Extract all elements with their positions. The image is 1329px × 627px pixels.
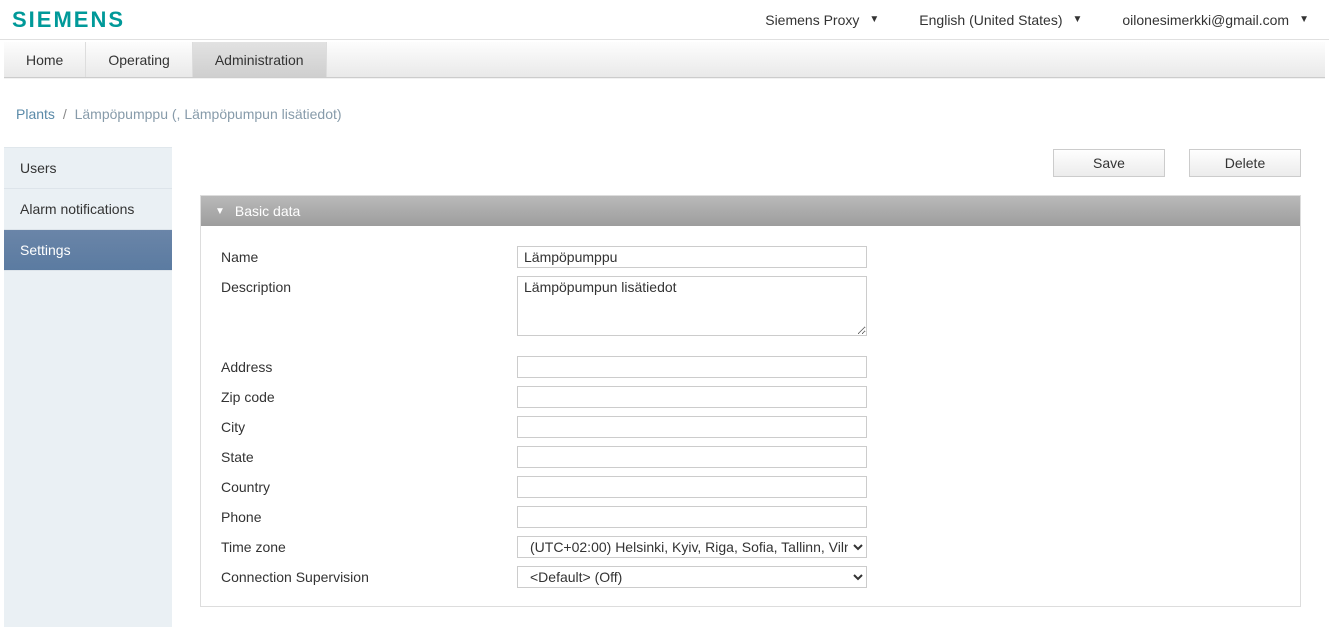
top-right-menu: Siemens Proxy ▼ English (United States) …: [765, 12, 1309, 28]
connection-label: Connection Supervision: [221, 566, 517, 585]
row-city: City: [221, 416, 1280, 438]
nav-home[interactable]: Home: [4, 42, 86, 77]
timezone-label: Time zone: [221, 536, 517, 555]
proxy-dropdown[interactable]: Siemens Proxy ▼: [765, 12, 879, 28]
name-label: Name: [221, 246, 517, 265]
caret-down-icon: ▼: [869, 14, 879, 25]
sidebar-item-settings[interactable]: Settings: [4, 230, 172, 271]
phone-label: Phone: [221, 506, 517, 525]
row-connection-supervision: Connection Supervision <Default> (Off): [221, 566, 1280, 588]
delete-button[interactable]: Delete: [1189, 149, 1301, 177]
breadcrumb-separator: /: [63, 106, 67, 122]
state-input[interactable]: [517, 446, 867, 468]
siemens-logo: SIEMENS: [10, 7, 125, 33]
language-dropdown[interactable]: English (United States) ▼: [919, 12, 1082, 28]
save-button[interactable]: Save: [1053, 149, 1165, 177]
panel-body: Name Description Lämpöpumpun lisätiedot …: [201, 226, 1300, 606]
breadcrumb-plants[interactable]: Plants: [16, 106, 55, 122]
body-row: Users Alarm notifications Settings Save …: [0, 147, 1329, 627]
address-label: Address: [221, 356, 517, 375]
panel-header[interactable]: ▼ Basic data: [201, 196, 1300, 226]
city-input[interactable]: [517, 416, 867, 438]
row-timezone: Time zone (UTC+02:00) Helsinki, Kyiv, Ri…: [221, 536, 1280, 558]
timezone-select[interactable]: (UTC+02:00) Helsinki, Kyiv, Riga, Sofia,…: [517, 536, 867, 558]
description-textarea[interactable]: Lämpöpumpun lisätiedot: [517, 276, 867, 336]
user-dropdown[interactable]: oilonesimerkki@gmail.com ▼: [1122, 12, 1309, 28]
sidebar-item-alarm-notifications[interactable]: Alarm notifications: [4, 189, 172, 230]
phone-input[interactable]: [517, 506, 867, 528]
row-description: Description Lämpöpumpun lisätiedot: [221, 276, 1280, 336]
address-input[interactable]: [517, 356, 867, 378]
zip-label: Zip code: [221, 386, 517, 405]
nav-operating[interactable]: Operating: [86, 42, 192, 77]
panel-title: Basic data: [235, 203, 300, 219]
connection-select[interactable]: <Default> (Off): [517, 566, 867, 588]
proxy-label: Siemens Proxy: [765, 12, 859, 28]
row-name: Name: [221, 246, 1280, 268]
row-phone: Phone: [221, 506, 1280, 528]
name-input[interactable]: [517, 246, 867, 268]
basic-data-panel: ▼ Basic data Name Description Lämpöpumpu…: [200, 195, 1301, 607]
breadcrumb: Plants / Lämpöpumppu (, Lämpöpumpun lisä…: [0, 78, 1329, 147]
breadcrumb-current: Lämpöpumppu (, Lämpöpumpun lisätiedot): [75, 106, 342, 122]
action-bar: Save Delete: [200, 147, 1301, 195]
state-label: State: [221, 446, 517, 465]
nav-administration[interactable]: Administration: [193, 42, 327, 77]
row-country: Country: [221, 476, 1280, 498]
sidebar-item-users[interactable]: Users: [4, 148, 172, 189]
zip-input[interactable]: [517, 386, 867, 408]
row-state: State: [221, 446, 1280, 468]
caret-down-icon: ▼: [1072, 14, 1082, 25]
user-label: oilonesimerkki@gmail.com: [1122, 12, 1289, 28]
main-nav: Home Operating Administration: [4, 42, 1325, 78]
top-bar: SIEMENS Siemens Proxy ▼ English (United …: [0, 0, 1329, 40]
left-nav: Users Alarm notifications Settings: [4, 147, 172, 627]
language-label: English (United States): [919, 12, 1062, 28]
description-label: Description: [221, 276, 517, 295]
row-address: Address: [221, 356, 1280, 378]
main-panel: Save Delete ▼ Basic data Name Descriptio…: [172, 147, 1329, 627]
country-label: Country: [221, 476, 517, 495]
city-label: City: [221, 416, 517, 435]
caret-down-icon: ▼: [1299, 14, 1309, 25]
collapse-arrow-icon: ▼: [215, 206, 225, 217]
row-zip: Zip code: [221, 386, 1280, 408]
country-input[interactable]: [517, 476, 867, 498]
